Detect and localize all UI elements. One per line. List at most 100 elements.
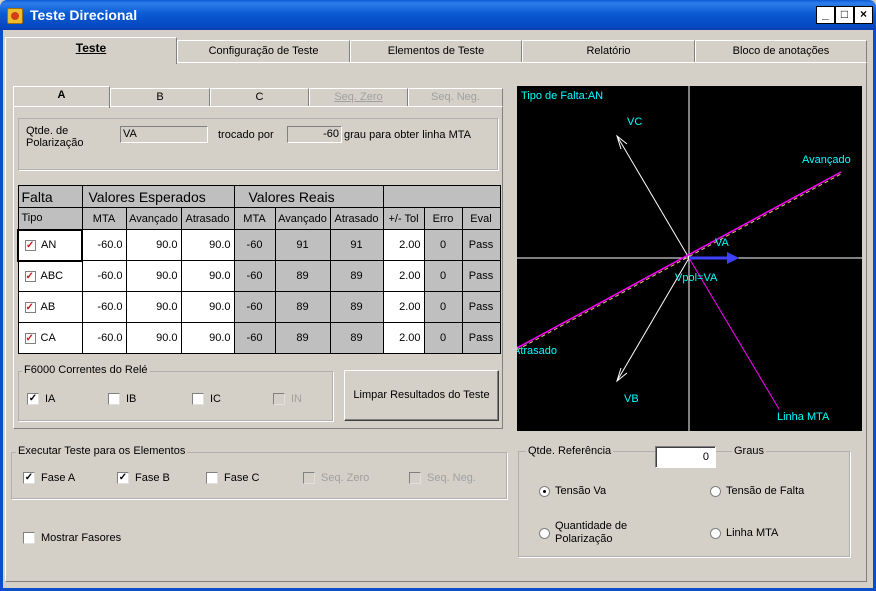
seq-zero-checkbox[interactable] — [303, 472, 315, 484]
forward-cell[interactable]: 90.0 — [125, 322, 182, 354]
tab-configuracao[interactable]: Configuração de Teste — [177, 40, 350, 62]
col-erro: Erro — [423, 207, 463, 230]
mta-cell[interactable]: -60.0 — [81, 229, 127, 261]
fault-type-cell[interactable]: ✓ ABC — [17, 260, 83, 292]
tolerance-cell[interactable]: 2.00 — [382, 260, 425, 292]
fault-check-icon[interactable]: ✓ — [25, 239, 36, 251]
col-tol: +/- Tol — [382, 207, 425, 230]
fault-type-label: CA — [40, 332, 56, 344]
header-blank — [382, 185, 501, 208]
table-row[interactable]: ✓ CA -60.0 90.0 90.0 -60 89 89 2.00 0 Pas… — [17, 322, 501, 354]
seq-neg-checkbox[interactable] — [409, 472, 421, 484]
tab-elementos-label: Elementos de Teste — [387, 45, 485, 57]
polarization-value: VA — [120, 126, 208, 143]
close-button[interactable]: × — [854, 6, 873, 24]
subtab-seq-neg-label: Seq. Neg. — [431, 91, 480, 103]
mta-cell[interactable]: -60.0 — [81, 260, 127, 292]
mta-cell[interactable]: -60.0 — [81, 291, 127, 323]
seq-zero-label: Seq. Zero — [321, 472, 370, 484]
phasor-plot: Tipo de Falta:AN VC VB VA Vpol=VA Avança… — [513, 86, 862, 431]
real-mta-cell: -60 — [233, 229, 276, 261]
show-phasors-label: Mostrar Fasores — [41, 532, 122, 544]
real-mta-cell: -60 — [233, 291, 276, 323]
table-row[interactable]: ✓ AN -60.0 90.0 90.0 -60 91 91 2.00 0 Pas… — [17, 228, 501, 262]
col-tipo: Tipo — [17, 207, 83, 230]
table-column-header: Tipo MTA Avançado Atrasado MTA Avançado … — [17, 207, 501, 230]
radio-quantidade-polarizacao[interactable] — [539, 528, 550, 539]
ia-checkbox[interactable]: ✓ — [27, 393, 39, 405]
radio-tensao-falta-label: Tensão de Falta — [726, 485, 805, 497]
radio-tensao-va[interactable] — [539, 486, 550, 497]
real-mta-cell: -60 — [233, 260, 276, 292]
fault-type-cell[interactable]: ✓ CA — [17, 322, 83, 354]
tab-configuracao-label: Configuração de Teste — [208, 45, 319, 57]
subtab-a[interactable]: A — [13, 86, 110, 108]
subtab-b-label: B — [156, 91, 164, 103]
tolerance-cell[interactable]: 2.00 — [382, 322, 425, 354]
vpol-arrowhead — [727, 252, 739, 264]
show-phasors-checkbox[interactable] — [23, 532, 35, 544]
eval-cell: Pass — [461, 322, 501, 354]
forward-cell[interactable]: 90.0 — [125, 260, 182, 292]
subtab-c[interactable]: C — [210, 88, 309, 106]
tab-elementos[interactable]: Elementos de Teste — [350, 40, 522, 62]
header-valores-reais: Valores Reais — [233, 185, 384, 208]
in-checkbox[interactable] — [273, 393, 285, 405]
col-avancado: Avançado — [125, 207, 182, 230]
reverse-cell[interactable]: 90.0 — [180, 291, 235, 323]
header-falta: Falta — [17, 185, 83, 208]
col-real-mta: MTA — [233, 207, 276, 230]
fase-c-checkbox[interactable] — [206, 472, 218, 484]
fault-type-cell[interactable]: ✓ AN — [17, 228, 83, 262]
reference-value-input[interactable]: 0 — [655, 446, 716, 468]
error-cell: 0 — [423, 322, 463, 354]
eval-cell: Pass — [461, 260, 501, 292]
reverse-cell[interactable]: 90.0 — [180, 322, 235, 354]
col-atrasado: Atrasado — [180, 207, 235, 230]
col-real-avancado: Avançado — [274, 207, 331, 230]
fase-a-checkbox[interactable]: ✓ — [23, 472, 35, 484]
fault-check-icon[interactable]: ✓ — [24, 332, 36, 344]
subtab-seq-neg[interactable]: Seq. Neg. — [408, 88, 503, 106]
tolerance-cell[interactable]: 2.00 — [382, 291, 425, 323]
ib-checkbox[interactable] — [108, 393, 120, 405]
forward-cell[interactable]: 90.0 — [125, 229, 182, 261]
fase-a-label: Fase A — [41, 472, 76, 484]
fault-check-icon[interactable]: ✓ — [24, 301, 36, 313]
vc-phasor — [616, 135, 690, 259]
reverse-cell[interactable]: 90.0 — [180, 229, 235, 261]
mta-suffix-label: grau para obter linha MTA — [344, 129, 471, 141]
radio-tensao-va-label: Tensão Va — [555, 485, 607, 497]
subtab-seq-zero[interactable]: Seq. Zero — [309, 88, 408, 106]
execute-title: Executar Teste para os Elementos — [16, 445, 188, 457]
mta-cell[interactable]: -60.0 — [81, 322, 127, 354]
fault-type-cell[interactable]: ✓ AB — [17, 291, 83, 323]
reverse-cell[interactable]: 90.0 — [180, 260, 235, 292]
ic-checkbox[interactable] — [192, 393, 204, 405]
tab-relatorio[interactable]: Relatório — [522, 40, 695, 62]
fase-b-checkbox[interactable]: ✓ — [117, 472, 129, 484]
real-reverse-cell: 89 — [329, 322, 384, 354]
subtab-b[interactable]: B — [110, 88, 210, 106]
forward-cell[interactable]: 90.0 — [125, 291, 182, 323]
reference-title: Qtde. Referência — [526, 445, 614, 457]
maximize-button[interactable]: □ — [835, 6, 854, 24]
table-row[interactable]: ✓ ABC -60.0 90.0 90.0 -60 89 89 2.00 0 Pa… — [17, 260, 501, 292]
forward-label: Avançado — [802, 154, 851, 166]
boundary-line — [516, 171, 842, 349]
radio-tensao-falta[interactable] — [710, 486, 721, 497]
results-table: Falta Valores Esperados Valores Reais Ti… — [17, 185, 501, 354]
clear-results-button[interactable]: Limpar Resultados do Teste — [344, 370, 499, 421]
tab-bloco-anotacoes[interactable]: Bloco de anotações — [695, 40, 867, 62]
fault-check-icon[interactable]: ✓ — [24, 270, 36, 282]
minimize-button[interactable]: _ — [816, 6, 835, 24]
reverse-label: Atrasado — [517, 345, 557, 357]
tab-teste[interactable]: Teste — [5, 37, 177, 64]
radio-linha-mta[interactable] — [710, 528, 721, 539]
error-cell: 0 — [423, 260, 463, 292]
ib-label: IB — [126, 393, 137, 405]
table-row[interactable]: ✓ AB -60.0 90.0 90.0 -60 89 89 2.00 0 Pas… — [17, 291, 501, 323]
tolerance-cell[interactable]: 2.00 — [382, 229, 425, 261]
subtab-c-label: C — [255, 91, 264, 103]
seq-neg-label: Seq. Neg. — [427, 472, 476, 484]
